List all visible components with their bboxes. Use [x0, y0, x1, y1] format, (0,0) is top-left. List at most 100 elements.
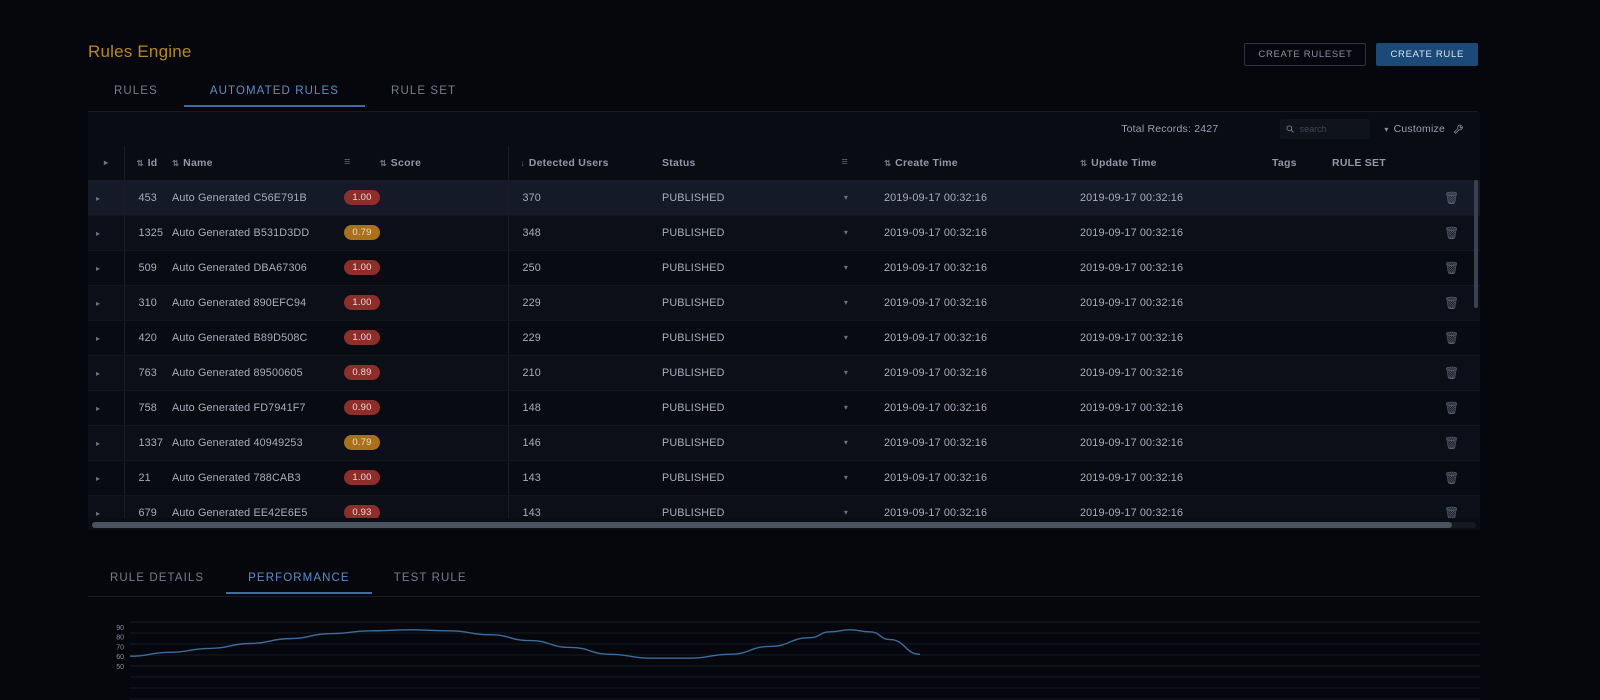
- table-row[interactable]: ▸ 1337 Auto Generated 40949253 0.79 146 PUBLI…: [88, 425, 1480, 461]
- chevron-down-icon[interactable]: ▾: [844, 263, 848, 272]
- row-expand-cell[interactable]: ▸: [88, 495, 124, 518]
- trash-icon[interactable]: 🗑: [1444, 261, 1459, 275]
- row-expand-cell[interactable]: ▸: [88, 355, 124, 391]
- filter-icon[interactable]: ≡: [344, 157, 351, 168]
- cell-status[interactable]: PUBLISHED ▾: [662, 425, 884, 461]
- expand-row-icon[interactable]: ▸: [88, 369, 100, 378]
- table-row[interactable]: ▸ 453 Auto Generated C56E791B 1.00 370 PUBLIS…: [88, 180, 1480, 216]
- trash-icon[interactable]: 🗑: [1444, 506, 1459, 519]
- cell-status[interactable]: PUBLISHED ▾: [662, 495, 884, 518]
- table-row[interactable]: ▸ 21 Auto Generated 788CAB3 1.00 143 PUBLISHE…: [88, 460, 1480, 496]
- col-score[interactable]: ≡ ⇅ Score: [344, 146, 508, 181]
- tab-rule-details[interactable]: RULE DETAILS: [88, 565, 226, 593]
- create-rule-button[interactable]: CREATE RULE: [1376, 43, 1478, 66]
- table-row[interactable]: ▸ 758 Auto Generated FD7941F7 0.90 148 PUBLIS…: [88, 390, 1480, 426]
- row-expand-cell[interactable]: ▸: [88, 285, 124, 321]
- table-horizontal-scrollbar[interactable]: [92, 522, 1476, 528]
- table-row[interactable]: ▸ 420 Auto Generated B89D508C 1.00 229 PUBLIS…: [88, 320, 1480, 356]
- trash-icon[interactable]: 🗑: [1444, 226, 1459, 240]
- cell-status[interactable]: PUBLISHED ▾: [662, 355, 884, 391]
- app-header: Rules Engine CREATE RULESET CREATE RULE: [0, 0, 1600, 78]
- trash-icon[interactable]: 🗑: [1444, 191, 1459, 205]
- tab-rule-set[interactable]: RULE SET: [365, 78, 482, 106]
- col-detected-users[interactable]: ↓ Detected Users: [507, 146, 662, 181]
- expand-row-icon[interactable]: ▸: [88, 264, 100, 273]
- col-tags[interactable]: Tags: [1272, 146, 1332, 181]
- row-expand-cell[interactable]: ▸: [88, 425, 124, 461]
- expand-row-icon[interactable]: ▸: [88, 194, 100, 203]
- col-status[interactable]: Status ≡: [662, 146, 884, 181]
- row-expand-cell[interactable]: ▸: [88, 390, 124, 426]
- grid-scroll-viewport[interactable]: ▸ ⇅ Id ⇅ Name ≡ ⇅ Score ↓ Detected Users…: [88, 146, 1480, 518]
- vertical-scroll-thumb[interactable]: [1474, 180, 1478, 308]
- sort-desc-icon[interactable]: ↓: [521, 158, 525, 168]
- filter-icon[interactable]: ≡: [841, 157, 848, 168]
- trash-icon[interactable]: 🗑: [1444, 401, 1459, 415]
- cell-status[interactable]: PUBLISHED ▾: [662, 460, 884, 496]
- tab-automated-rules[interactable]: AUTOMATED RULES: [183, 78, 366, 107]
- chevron-down-icon[interactable]: ▾: [844, 508, 848, 517]
- cell-status[interactable]: PUBLISHED ▾: [662, 215, 884, 251]
- col-rule-set[interactable]: RULE SET: [1332, 146, 1444, 181]
- cell-status[interactable]: PUBLISHED ▾: [662, 180, 884, 216]
- expand-row-icon[interactable]: ▸: [88, 334, 100, 343]
- trash-icon[interactable]: 🗑: [1444, 331, 1459, 345]
- row-expand-cell[interactable]: ▸: [88, 215, 124, 251]
- cell-status[interactable]: PUBLISHED ▾: [662, 390, 884, 426]
- col-id[interactable]: ⇅ Id: [123, 146, 172, 181]
- cell-status[interactable]: PUBLISHED ▾: [662, 320, 884, 356]
- cell-score: 0.79: [344, 215, 508, 251]
- chevron-down-icon[interactable]: ▾: [844, 333, 848, 342]
- expand-row-icon[interactable]: ▸: [88, 299, 100, 308]
- sort-icon[interactable]: ⇅: [172, 158, 179, 168]
- expand-row-icon[interactable]: ▸: [88, 404, 100, 413]
- table-vertical-scrollbar[interactable]: [1474, 180, 1478, 518]
- table-row[interactable]: ▸ 763 Auto Generated 89500605 0.89 210 PUBLIS…: [88, 355, 1480, 391]
- tab-rules[interactable]: RULES: [88, 78, 184, 106]
- trash-icon[interactable]: 🗑: [1444, 436, 1459, 450]
- expand-all-icon[interactable]: ▸: [96, 158, 108, 167]
- sort-icon[interactable]: ⇅: [1080, 158, 1087, 168]
- table-row[interactable]: ▸ 310 Auto Generated 890EFC94 1.00 229 PUBLIS…: [88, 285, 1480, 321]
- row-expand-cell[interactable]: ▸: [88, 460, 124, 496]
- col-create-time[interactable]: ⇅ Create Time: [884, 146, 1080, 181]
- cell-rule-set: [1332, 390, 1444, 426]
- col-name[interactable]: ⇅ Name: [172, 146, 344, 181]
- chevron-down-icon[interactable]: ▾: [844, 438, 848, 447]
- cell-rule-set: [1332, 285, 1444, 321]
- row-expand-cell[interactable]: ▸: [88, 250, 124, 286]
- row-expand-cell[interactable]: ▸: [88, 180, 124, 216]
- chevron-down-icon[interactable]: ▾: [844, 193, 848, 202]
- trash-icon[interactable]: 🗑: [1444, 366, 1459, 380]
- col-detected-users-label: Detected Users: [528, 156, 609, 169]
- sort-icon[interactable]: ⇅: [884, 158, 891, 168]
- sort-icon[interactable]: ⇅: [137, 158, 144, 168]
- create-ruleset-button[interactable]: CREATE RULESET: [1244, 43, 1367, 66]
- trash-icon[interactable]: 🗑: [1444, 471, 1459, 485]
- col-update-time[interactable]: ⇅ Update Time: [1080, 146, 1272, 181]
- search-box[interactable]: [1280, 119, 1371, 139]
- expand-row-icon[interactable]: ▸: [88, 229, 100, 238]
- score-badge: 1.00: [344, 470, 380, 485]
- table-row[interactable]: ▸ 1325 Auto Generated B531D3DD 0.79 348 PUBLI…: [88, 215, 1480, 251]
- chevron-down-icon[interactable]: ▾: [844, 298, 848, 307]
- cell-status[interactable]: PUBLISHED ▾: [662, 285, 884, 321]
- cell-status[interactable]: PUBLISHED ▾: [662, 250, 884, 286]
- chevron-down-icon[interactable]: ▾: [844, 403, 848, 412]
- chevron-down-icon[interactable]: ▾: [844, 473, 848, 482]
- sort-icon[interactable]: ⇅: [380, 158, 387, 168]
- customize-button[interactable]: ▾ Customize: [1384, 123, 1464, 135]
- chevron-down-icon[interactable]: ▾: [844, 228, 848, 237]
- expand-row-icon[interactable]: ▸: [88, 474, 100, 483]
- horizontal-scroll-thumb[interactable]: [92, 522, 1452, 528]
- chevron-down-icon[interactable]: ▾: [844, 368, 848, 377]
- tab-performance[interactable]: PERFORMANCE: [226, 565, 372, 594]
- expand-row-icon[interactable]: ▸: [88, 439, 100, 448]
- search-input[interactable]: [1299, 124, 1365, 134]
- tab-test-rule[interactable]: TEST RULE: [372, 565, 489, 593]
- table-row[interactable]: ▸ 679 Auto Generated EE42E6E5 0.93 143 PUBLIS…: [88, 495, 1480, 518]
- trash-icon[interactable]: 🗑: [1444, 296, 1459, 310]
- row-expand-cell[interactable]: ▸: [88, 320, 124, 356]
- table-row[interactable]: ▸ 509 Auto Generated DBA67306 1.00 250 PUBLIS…: [88, 250, 1480, 286]
- expand-row-icon[interactable]: ▸: [88, 509, 100, 518]
